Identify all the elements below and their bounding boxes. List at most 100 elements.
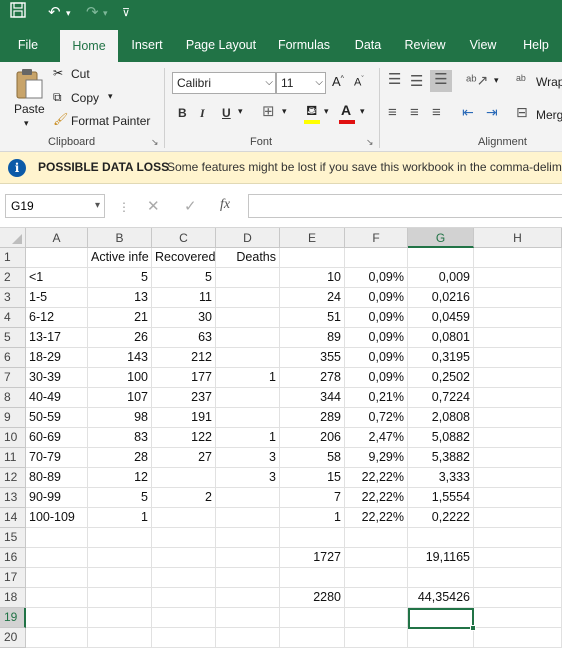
format-painter-button[interactable]: Format Painter: [71, 114, 150, 128]
cell-c16[interactable]: [152, 548, 216, 568]
cell-a1[interactable]: [26, 248, 88, 268]
paste-button[interactable]: Paste: [14, 102, 45, 116]
cell-b11[interactable]: 28: [88, 448, 152, 468]
align-center-icon[interactable]: ≡: [410, 104, 419, 121]
cell-b16[interactable]: [88, 548, 152, 568]
cell-e19[interactable]: [280, 608, 345, 628]
align-right-icon[interactable]: ≡: [432, 104, 441, 121]
cell-e17[interactable]: [280, 568, 345, 588]
cell-h4[interactable]: [474, 308, 562, 328]
cell-a14[interactable]: 100-109: [26, 508, 88, 528]
cell-c12[interactable]: [152, 468, 216, 488]
row-header-13[interactable]: 13: [0, 488, 26, 508]
name-box[interactable]: G19 ▾: [5, 194, 105, 218]
cell-c18[interactable]: [152, 588, 216, 608]
customize-qat-icon[interactable]: ⊽: [122, 2, 130, 24]
formula-input[interactable]: [248, 194, 562, 218]
cell-a13[interactable]: 90-99: [26, 488, 88, 508]
cell-h14[interactable]: [474, 508, 562, 528]
orientation-icon[interactable]: ᵃᵇ↗: [466, 72, 488, 89]
cell-f1[interactable]: [345, 248, 408, 268]
cell-d17[interactable]: [216, 568, 280, 588]
cell-c11[interactable]: 27: [152, 448, 216, 468]
row-header-14[interactable]: 14: [0, 508, 26, 528]
cell-e20[interactable]: [280, 628, 345, 648]
cell-g20[interactable]: [408, 628, 474, 648]
column-header-d[interactable]: D: [216, 228, 280, 248]
cell-f14[interactable]: 22,22%: [345, 508, 408, 528]
cell-d12[interactable]: 3: [216, 468, 280, 488]
cell-c10[interactable]: 122: [152, 428, 216, 448]
font-size-select[interactable]: 11 ⌵: [276, 72, 326, 94]
row-header-8[interactable]: 8: [0, 388, 26, 408]
cell-d5[interactable]: [216, 328, 280, 348]
paste-dropdown-icon[interactable]: ▾: [24, 118, 29, 129]
cell-b17[interactable]: [88, 568, 152, 588]
tab-page-layout[interactable]: Page Layout: [180, 28, 262, 62]
cell-f12[interactable]: 22,22%: [345, 468, 408, 488]
cell-f3[interactable]: 0,09%: [345, 288, 408, 308]
cell-f13[interactable]: 22,22%: [345, 488, 408, 508]
confirm-entry-icon[interactable]: ✓: [184, 197, 197, 215]
cell-g8[interactable]: 0,7224: [408, 388, 474, 408]
cell-f17[interactable]: [345, 568, 408, 588]
cell-c8[interactable]: 237: [152, 388, 216, 408]
cell-b1[interactable]: Active infe: [88, 248, 152, 268]
undo-icon[interactable]: ↶: [48, 2, 61, 24]
cell-a12[interactable]: 80-89: [26, 468, 88, 488]
cell-b2[interactable]: 5: [88, 268, 152, 288]
cell-c7[interactable]: 177: [152, 368, 216, 388]
cell-h16[interactable]: [474, 548, 562, 568]
cell-b14[interactable]: 1: [88, 508, 152, 528]
font-launcher-icon[interactable]: ↘: [366, 137, 374, 148]
cell-g3[interactable]: 0,0216: [408, 288, 474, 308]
row-header-19[interactable]: 19: [0, 608, 26, 628]
cell-h1[interactable]: [474, 248, 562, 268]
cell-c20[interactable]: [152, 628, 216, 648]
cell-h3[interactable]: [474, 288, 562, 308]
cell-e16[interactable]: 1727: [280, 548, 345, 568]
cell-b15[interactable]: [88, 528, 152, 548]
cell-h18[interactable]: [474, 588, 562, 608]
save-icon[interactable]: [10, 2, 26, 25]
row-header-10[interactable]: 10: [0, 428, 26, 448]
column-header-b[interactable]: B: [88, 228, 152, 248]
cell-d6[interactable]: [216, 348, 280, 368]
cell-e6[interactable]: 355: [280, 348, 345, 368]
cell-d1[interactable]: Deaths: [216, 248, 280, 268]
cell-d10[interactable]: 1: [216, 428, 280, 448]
font-name-select[interactable]: Calibri ⌵: [172, 72, 276, 94]
cell-h5[interactable]: [474, 328, 562, 348]
row-header-2[interactable]: 2: [0, 268, 26, 288]
cell-a18[interactable]: [26, 588, 88, 608]
cell-g10[interactable]: 5,0882: [408, 428, 474, 448]
align-left-icon[interactable]: ≡: [388, 104, 397, 121]
cell-h6[interactable]: [474, 348, 562, 368]
cell-f16[interactable]: [345, 548, 408, 568]
tab-view[interactable]: View: [462, 28, 504, 62]
cell-d13[interactable]: [216, 488, 280, 508]
cell-a9[interactable]: 50-59: [26, 408, 88, 428]
cell-f15[interactable]: [345, 528, 408, 548]
row-header-6[interactable]: 6: [0, 348, 26, 368]
cell-e8[interactable]: 344: [280, 388, 345, 408]
cell-b5[interactable]: 26: [88, 328, 152, 348]
row-header-5[interactable]: 5: [0, 328, 26, 348]
cell-g7[interactable]: 0,2502: [408, 368, 474, 388]
cell-c17[interactable]: [152, 568, 216, 588]
tab-formulas[interactable]: Formulas: [272, 28, 336, 62]
cell-b13[interactable]: 5: [88, 488, 152, 508]
cell-h8[interactable]: [474, 388, 562, 408]
cell-e9[interactable]: 289: [280, 408, 345, 428]
cell-f20[interactable]: [345, 628, 408, 648]
row-header-16[interactable]: 16: [0, 548, 26, 568]
cell-a3[interactable]: 1-5: [26, 288, 88, 308]
row-header-1[interactable]: 1: [0, 248, 26, 268]
cell-b4[interactable]: 21: [88, 308, 152, 328]
borders-dropdown-icon[interactable]: ▾: [282, 106, 287, 117]
cell-b8[interactable]: 107: [88, 388, 152, 408]
cell-g2[interactable]: 0,009: [408, 268, 474, 288]
cell-e11[interactable]: 58: [280, 448, 345, 468]
select-all-button[interactable]: [0, 228, 26, 248]
cancel-entry-icon[interactable]: ✕: [147, 197, 160, 215]
